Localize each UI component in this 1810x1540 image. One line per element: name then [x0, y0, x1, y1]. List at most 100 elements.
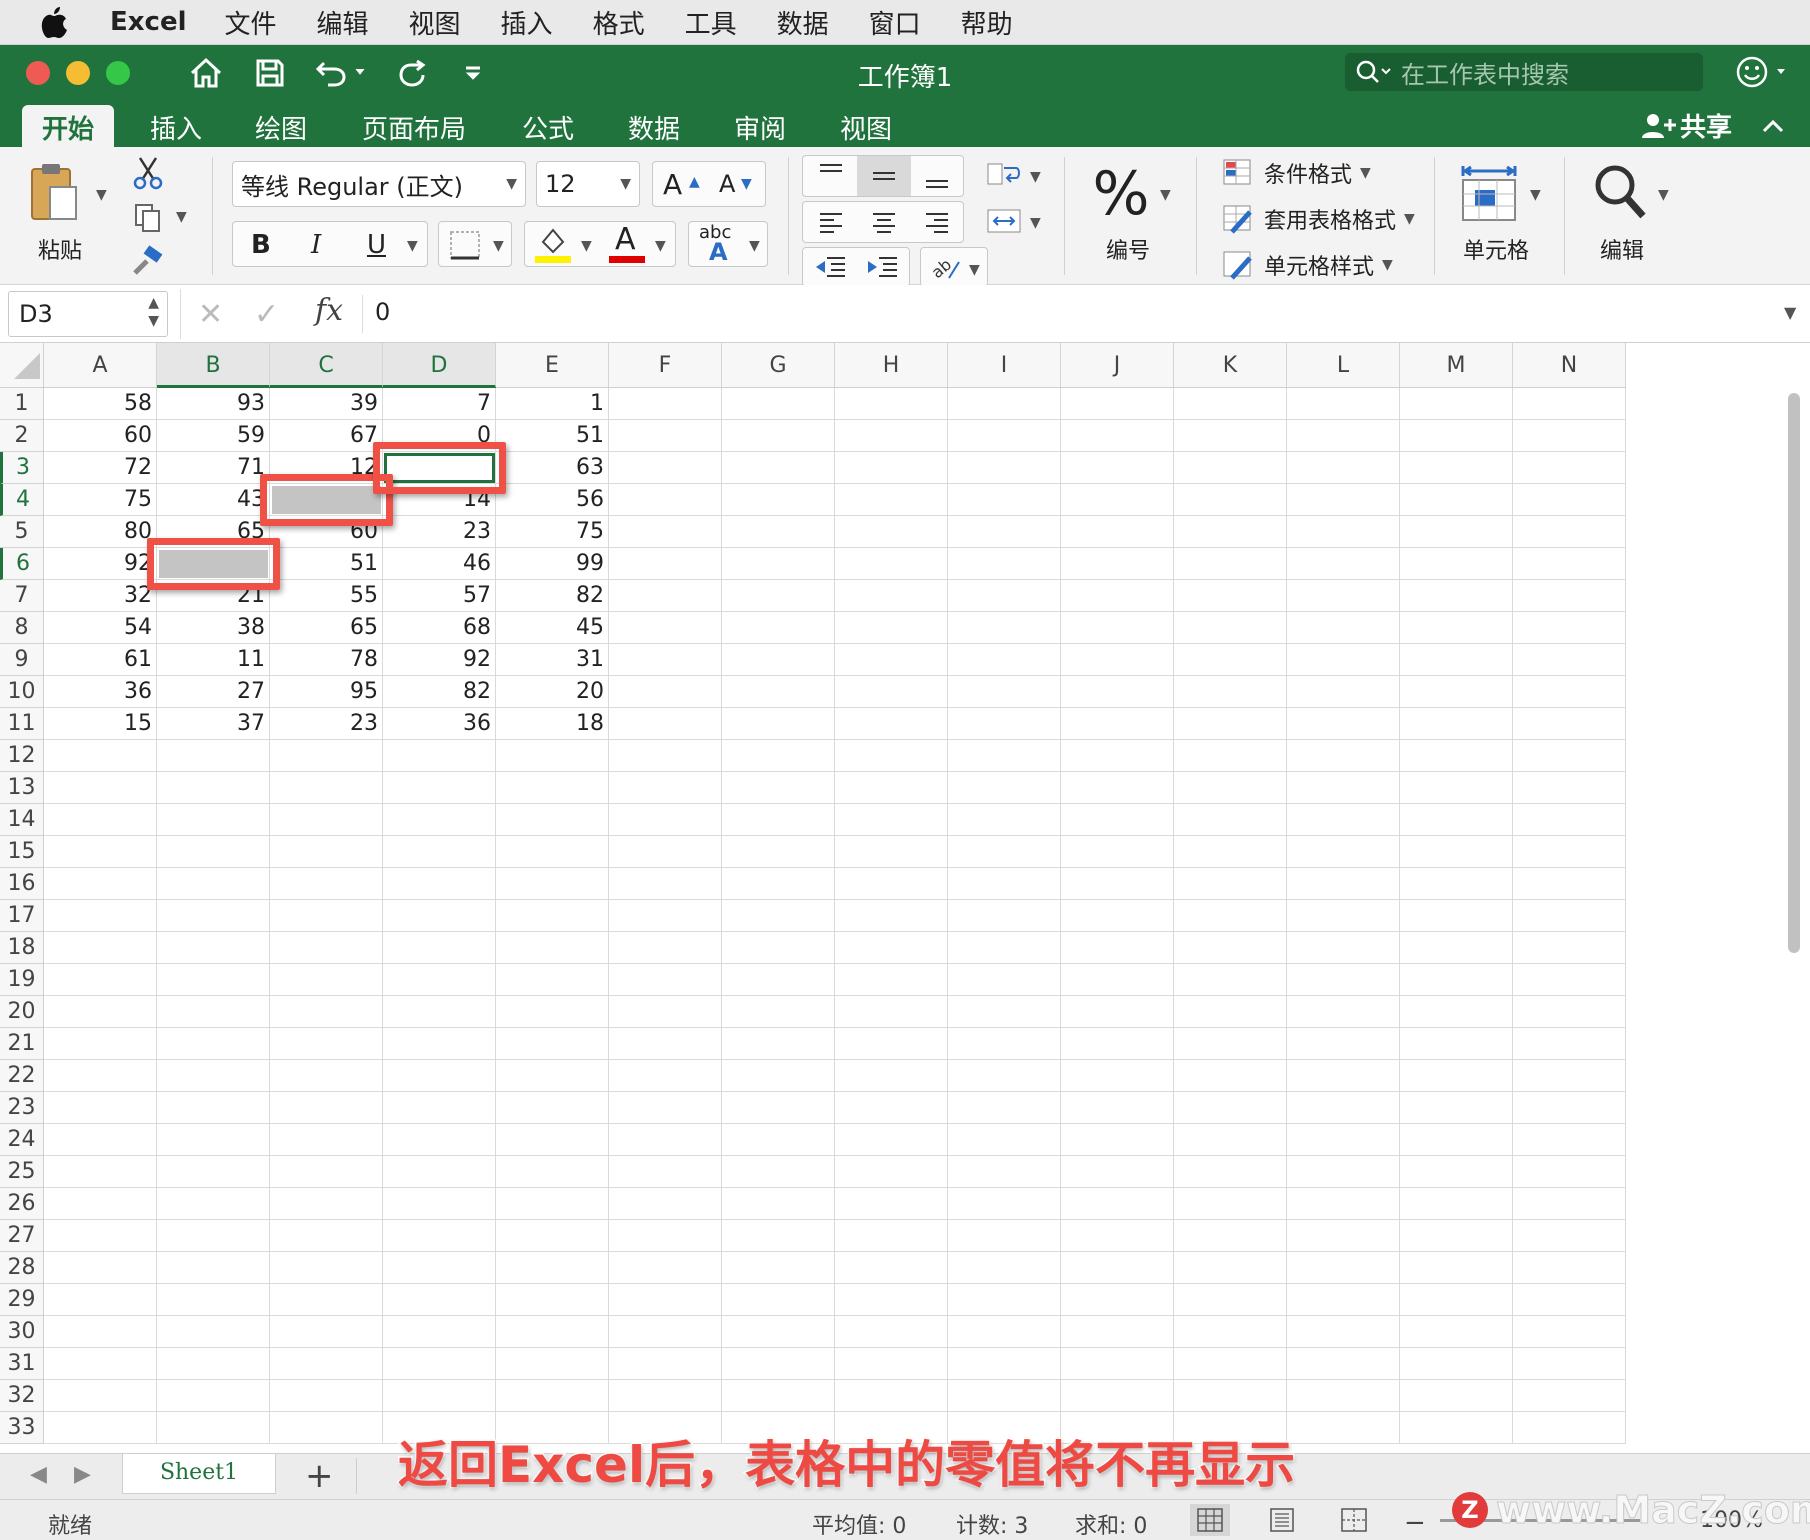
cell-l24[interactable] [1287, 1124, 1400, 1156]
cell-d21[interactable] [383, 1028, 496, 1060]
cell-h7[interactable] [835, 580, 948, 612]
cell-k9[interactable] [1174, 644, 1287, 676]
cell-c15[interactable] [270, 836, 383, 868]
cell-m6[interactable] [1400, 548, 1513, 580]
cell-e7[interactable]: 82 [496, 580, 609, 612]
cell-c30[interactable] [270, 1316, 383, 1348]
cell-k4[interactable] [1174, 484, 1287, 516]
cell-j8[interactable] [1061, 612, 1174, 644]
cell-l11[interactable] [1287, 708, 1400, 740]
cell-k25[interactable] [1174, 1156, 1287, 1188]
cell-l27[interactable] [1287, 1220, 1400, 1252]
cell-j20[interactable] [1061, 996, 1174, 1028]
cell-h32[interactable] [835, 1380, 948, 1412]
cell-e12[interactable] [496, 740, 609, 772]
cell-n7[interactable] [1513, 580, 1626, 612]
cell-f23[interactable] [609, 1092, 722, 1124]
cell-a2[interactable]: 60 [44, 420, 157, 452]
cell-c8[interactable]: 65 [270, 612, 383, 644]
cell-g24[interactable] [722, 1124, 835, 1156]
cell-b25[interactable] [157, 1156, 270, 1188]
cell-k7[interactable] [1174, 580, 1287, 612]
cell-c18[interactable] [270, 932, 383, 964]
increase-font-size-button[interactable]: A [663, 168, 682, 201]
cell-a23[interactable] [44, 1092, 157, 1124]
cell-g32[interactable] [722, 1380, 835, 1412]
cell-g23[interactable] [722, 1092, 835, 1124]
cell-i8[interactable] [948, 612, 1061, 644]
cell-a33[interactable] [44, 1412, 157, 1444]
cell-i18[interactable] [948, 932, 1061, 964]
cell-k16[interactable] [1174, 868, 1287, 900]
cell-g17[interactable] [722, 900, 835, 932]
align-middle-button[interactable] [857, 156, 911, 196]
column-header-a[interactable]: A [44, 343, 157, 388]
cell-l8[interactable] [1287, 612, 1400, 644]
borders-button[interactable]: ▼ [438, 221, 512, 267]
cell-h24[interactable] [835, 1124, 948, 1156]
align-top-icon[interactable] [817, 160, 845, 192]
cell-a11[interactable]: 15 [44, 708, 157, 740]
font-color-dropdown-icon[interactable]: ▼ [655, 238, 666, 254]
cell-i23[interactable] [948, 1092, 1061, 1124]
zoom-out-icon[interactable]: − [1404, 1508, 1426, 1538]
cell-m7[interactable] [1400, 580, 1513, 612]
cell-j21[interactable] [1061, 1028, 1174, 1060]
cell-m2[interactable] [1400, 420, 1513, 452]
cell-i11[interactable] [948, 708, 1061, 740]
cell-l3[interactable] [1287, 452, 1400, 484]
cell-i19[interactable] [948, 964, 1061, 996]
cell-g28[interactable] [722, 1252, 835, 1284]
cell-l29[interactable] [1287, 1284, 1400, 1316]
cell-m14[interactable] [1400, 804, 1513, 836]
cell-g6[interactable] [722, 548, 835, 580]
cell-d16[interactable] [383, 868, 496, 900]
cell-g27[interactable] [722, 1220, 835, 1252]
cell-k18[interactable] [1174, 932, 1287, 964]
cell-e24[interactable] [496, 1124, 609, 1156]
app-menu[interactable]: Excel [110, 7, 187, 37]
cell-f27[interactable] [609, 1220, 722, 1252]
cell-j2[interactable] [1061, 420, 1174, 452]
menu-file[interactable]: 文件 [225, 4, 277, 41]
cell-j29[interactable] [1061, 1284, 1174, 1316]
cell-h14[interactable] [835, 804, 948, 836]
cell-j28[interactable] [1061, 1252, 1174, 1284]
cell-g3[interactable] [722, 452, 835, 484]
cell-d32[interactable] [383, 1380, 496, 1412]
cell-g1[interactable] [722, 388, 835, 420]
expand-formula-bar-icon[interactable]: ▼ [1784, 303, 1796, 322]
worksheet-grid[interactable]: A B C D E F G H I J K L M N 1 58 93 39 7 1 2 60 59 67 0 51 3 72 71 12… [0, 343, 1810, 1453]
cell-i30[interactable] [948, 1316, 1061, 1348]
cell-f3[interactable] [609, 452, 722, 484]
cell-e11[interactable]: 18 [496, 708, 609, 740]
cell-f5[interactable] [609, 516, 722, 548]
cell-b9[interactable]: 11 [157, 644, 270, 676]
cell-e32[interactable] [496, 1380, 609, 1412]
cell-e27[interactable] [496, 1220, 609, 1252]
cell-m19[interactable] [1400, 964, 1513, 996]
cell-k26[interactable] [1174, 1188, 1287, 1220]
cell-a21[interactable] [44, 1028, 157, 1060]
cell-e30[interactable] [496, 1316, 609, 1348]
cell-j14[interactable] [1061, 804, 1174, 836]
cell-g18[interactable] [722, 932, 835, 964]
cell-h20[interactable] [835, 996, 948, 1028]
cell-m20[interactable] [1400, 996, 1513, 1028]
cell-h12[interactable] [835, 740, 948, 772]
row-header[interactable]: 11 [0, 708, 44, 740]
cell-h23[interactable] [835, 1092, 948, 1124]
cell-d29[interactable] [383, 1284, 496, 1316]
cell-a19[interactable] [44, 964, 157, 996]
cell-i6[interactable] [948, 548, 1061, 580]
row-header[interactable]: 6 [0, 548, 44, 580]
cell-h30[interactable] [835, 1316, 948, 1348]
cell-a8[interactable]: 54 [44, 612, 157, 644]
number-format-button[interactable]: % [1090, 159, 1152, 229]
cell-h26[interactable] [835, 1188, 948, 1220]
row-header[interactable]: 4 [0, 484, 44, 516]
cell-styles-button[interactable]: 单元格样式 ▼ [1222, 247, 1393, 283]
menu-format[interactable]: 格式 [593, 4, 645, 41]
cell-m11[interactable] [1400, 708, 1513, 740]
cell-b12[interactable] [157, 740, 270, 772]
